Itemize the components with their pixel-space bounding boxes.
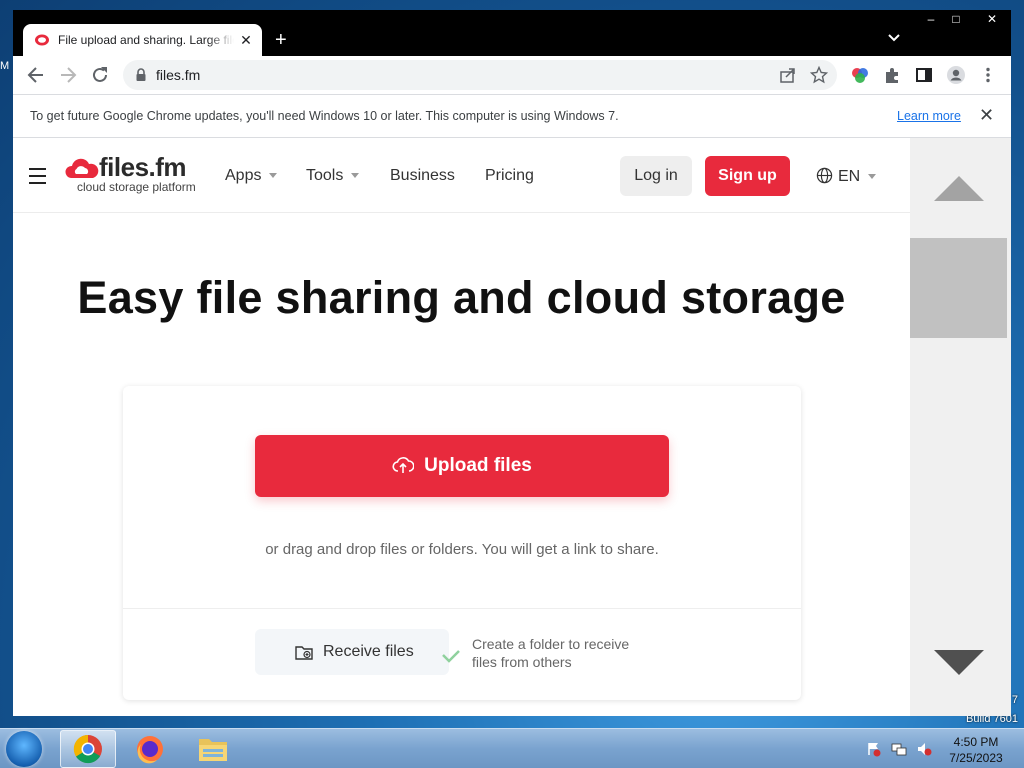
upload-files-button[interactable]: Upload files <box>255 435 669 497</box>
infobar-close-icon[interactable]: ✕ <box>979 106 994 124</box>
learn-more-link[interactable]: Learn more <box>897 109 961 123</box>
start-button[interactable] <box>6 731 42 767</box>
tab-search-icon[interactable] <box>887 31 901 45</box>
nav-tools-label: Tools <box>306 167 344 184</box>
language-selector[interactable]: EN <box>816 167 877 186</box>
firefox-icon <box>137 736 163 764</box>
maximize-button[interactable]: □ <box>943 10 969 30</box>
close-window-button[interactable]: ✕ <box>973 10 1011 30</box>
chevron-down-icon <box>351 173 360 179</box>
lock-icon[interactable] <box>135 68 147 82</box>
check-icon <box>442 650 460 663</box>
sidepanel-icon[interactable] <box>914 65 934 85</box>
nav-business[interactable]: Business <box>390 167 455 185</box>
color-extension-icon[interactable] <box>850 65 870 85</box>
reload-icon[interactable] <box>89 64 111 86</box>
language-label: EN <box>838 168 861 185</box>
taskbar-explorer[interactable] <box>185 730 241 768</box>
drag-drop-hint: or drag and drop files or folders. You w… <box>265 541 659 558</box>
upload-cloud-icon <box>392 457 415 473</box>
nav-apps-label: Apps <box>225 167 262 184</box>
infobar-message: To get future Google Chrome updates, you… <box>30 109 619 123</box>
divider <box>123 608 801 609</box>
volume-icon[interactable] <box>916 741 932 757</box>
hamburger-menu-icon[interactable] <box>29 168 46 184</box>
chevron-down-icon <box>269 173 278 179</box>
receive-files-label: Receive files <box>323 643 414 660</box>
new-tab-button[interactable]: + <box>275 30 287 50</box>
network-icon[interactable] <box>891 741 907 757</box>
share-icon[interactable] <box>779 66 797 84</box>
back-icon[interactable] <box>25 64 47 86</box>
desktop-edge-text: M <box>0 60 10 72</box>
upload-card: Upload files or drag and drop files or f… <box>123 386 801 700</box>
page-viewport: files.fm cloud storage platform Apps Too… <box>13 138 1011 716</box>
globe-icon <box>816 167 833 184</box>
nav-apps[interactable]: Apps <box>225 167 278 185</box>
system-clock[interactable]: 4:50 PM 7/25/2023 <box>940 734 1012 766</box>
receive-files-hint: Create a folder to receive files from ot… <box>472 636 630 670</box>
scroll-up-icon[interactable] <box>934 176 984 201</box>
favicon-icon <box>35 34 49 46</box>
address-text[interactable]: files.fm <box>156 67 200 83</box>
scrollbar-thumb[interactable] <box>910 238 1007 338</box>
browser-window: File upload and sharing. Large files ✕ +… <box>13 10 1011 716</box>
nav-tools[interactable]: Tools <box>306 167 360 185</box>
address-bar[interactable]: files.fm <box>123 60 837 90</box>
action-center-icon[interactable] <box>866 741 882 757</box>
menu-icon[interactable] <box>978 65 998 85</box>
tab-strip: File upload and sharing. Large files ✕ +… <box>13 10 1011 56</box>
page-content: files.fm cloud storage platform Apps Too… <box>13 138 910 716</box>
browser-toolbar: files.fm <box>13 56 1011 94</box>
folder-plus-icon <box>295 646 313 660</box>
login-button[interactable]: Log in <box>620 156 692 196</box>
update-infobar: To get future Google Chrome updates, you… <box>13 94 1011 138</box>
star-icon[interactable] <box>810 66 828 84</box>
logo-tagline: cloud storage platform <box>77 180 196 194</box>
taskbar-chrome[interactable] <box>60 730 116 768</box>
minimize-button[interactable]: – <box>918 10 944 30</box>
nav-pricing[interactable]: Pricing <box>485 167 534 185</box>
logo-wordmark[interactable]: files.fm <box>99 152 187 183</box>
page-scrollbar[interactable] <box>910 138 1011 716</box>
profile-icon[interactable] <box>946 65 966 85</box>
chrome-icon <box>73 734 102 764</box>
signup-button[interactable]: Sign up <box>705 156 790 196</box>
clock-date: 7/25/2023 <box>949 751 1003 765</box>
scroll-down-icon[interactable] <box>934 650 984 675</box>
clock-time: 4:50 PM <box>953 735 999 749</box>
desktop-corner-text: 7 <box>1011 694 1018 706</box>
taskbar-firefox[interactable] <box>123 730 179 768</box>
upload-files-label: Upload files <box>424 455 532 476</box>
page-title: Easy file sharing and cloud storage <box>77 272 846 323</box>
folder-icon <box>199 739 227 761</box>
site-header: files.fm cloud storage platform Apps Too… <box>13 138 910 213</box>
taskbar: 4:50 PM 7/25/2023 <box>0 728 1024 768</box>
extension-icon[interactable] <box>882 65 902 85</box>
receive-files-button[interactable]: Receive files <box>255 629 449 675</box>
chevron-down-icon <box>868 174 877 180</box>
tab-active[interactable]: File upload and sharing. Large files ✕ <box>23 24 262 56</box>
tab-close-icon[interactable]: ✕ <box>238 32 254 48</box>
tab-title: File upload and sharing. Large files <box>58 33 234 47</box>
forward-icon[interactable] <box>57 64 79 86</box>
